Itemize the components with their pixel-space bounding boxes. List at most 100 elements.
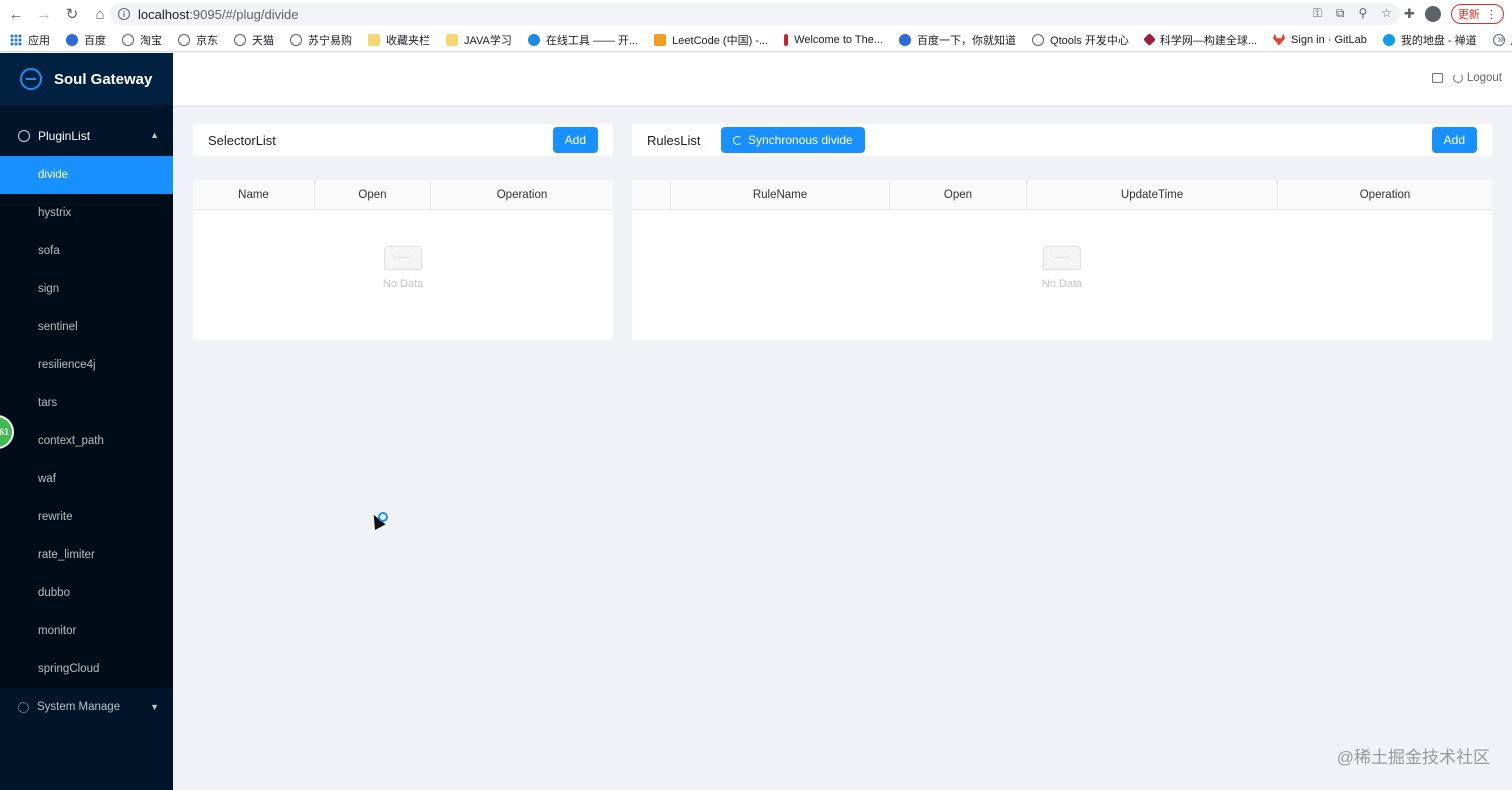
plugin-list-label: PluginList	[38, 129, 91, 143]
plugin-menu: divide hystrix sofa sign sentinel resilience4…	[0, 156, 173, 688]
bookmark-item[interactable]: 百度	[66, 32, 106, 48]
plugin-list-submenu[interactable]: PluginList ▲	[0, 116, 173, 156]
reload-icon[interactable]: ↻	[60, 2, 84, 26]
address-bar[interactable]: i localhost:9095/#/plug/divide ⚿ ⧉ ⚲ ☆	[110, 3, 1400, 25]
sync-divide-button[interactable]: Synchronous divide	[721, 127, 865, 153]
selector-column-header: Name	[193, 180, 315, 210]
rules-column-header: Open	[890, 180, 1027, 210]
watermark: @稀土掘金技术社区	[1336, 748, 1490, 767]
empty-inbox-icon	[1043, 246, 1081, 270]
feather-icon	[784, 33, 789, 46]
sidebar-item-context_path[interactable]: context_path	[0, 422, 173, 460]
gear-icon	[18, 701, 29, 713]
selector-empty-state: No Data	[193, 246, 613, 290]
globe-icon	[234, 33, 246, 46]
rules-column-header: Operation	[1359, 189, 1411, 201]
bookmark-label: 收藏夹栏	[386, 34, 430, 47]
forward-arrow-icon[interactable]: →	[32, 2, 56, 26]
logout-button[interactable]: Logout	[1452, 72, 1502, 84]
rules-empty-state: No Data	[632, 246, 1492, 290]
sidebar-item-waf[interactable]: waf	[0, 460, 173, 498]
globe-icon	[122, 33, 134, 46]
bookmark-item[interactable]: LeetCode (中国) -...	[654, 32, 768, 48]
sidebar-item-divide[interactable]: divide	[0, 156, 173, 194]
bookmark-item[interactable]: 我的地盘 - 禅道	[1382, 32, 1477, 48]
key-icon[interactable]: ⚿	[1313, 6, 1322, 21]
site-info-icon[interactable]: i	[118, 8, 130, 20]
folder-icon	[446, 33, 458, 46]
logout-icon	[1452, 73, 1463, 83]
sidebar-item-sign[interactable]: sign	[0, 270, 173, 308]
globe-icon	[1032, 33, 1045, 46]
bookmark-item[interactable]: 应用	[10, 32, 50, 48]
logo-text: Soul Gateway	[54, 70, 153, 88]
bookmark-label: 京东	[196, 34, 218, 47]
selector-column-header: Operation	[496, 189, 548, 201]
floating-badge-text: 61	[0, 427, 9, 437]
bookmark-item[interactable]: JAVA学习	[446, 32, 512, 48]
chevron-down-icon: ▼	[150, 702, 159, 712]
sync-divide-label: Synchronous divide	[748, 133, 853, 147]
puzzle-icon[interactable]: ✚	[1404, 6, 1415, 22]
sync-icon	[733, 135, 742, 145]
rules-table: RuleName Open UpdateTime Operation No Data	[632, 180, 1492, 340]
back-arrow-icon[interactable]: ←	[4, 2, 28, 26]
bookmark-label: 天猫	[252, 34, 274, 47]
sidebar-item-monitor[interactable]: monitor	[0, 612, 173, 650]
image-export-icon[interactable]	[1431, 73, 1443, 83]
rules-add-button[interactable]: Add	[1431, 127, 1477, 153]
diamond-icon	[1143, 33, 1156, 46]
url-host: localhost	[138, 6, 190, 22]
bookmark-item[interactable]: 淘宝	[122, 32, 162, 48]
rules-empty-text: No Data	[1041, 278, 1083, 290]
logout-label: Logout	[1466, 72, 1502, 84]
bookmark-label: 百度	[84, 34, 106, 47]
sidebar-item-springCloud[interactable]: springCloud	[0, 650, 173, 688]
sidebar-item-sofa[interactable]: sofa	[0, 232, 173, 270]
chevron-up-icon: ▲	[150, 130, 159, 140]
sidebar-item-resilience4j[interactable]: resilience4j	[0, 346, 173, 384]
profile-icon[interactable]	[1424, 6, 1441, 22]
bookmark-item[interactable]: 京东	[178, 32, 218, 48]
sidebar-item-hystrix[interactable]: hystrix	[0, 194, 173, 232]
bookmark-item[interactable]: 科学网—构建全球...	[1143, 32, 1257, 48]
update-label: 更新	[1457, 9, 1480, 21]
bookmark-item[interactable]: 收藏夹栏	[368, 32, 430, 48]
url-text: localhost:9095/#/plug/divide	[138, 7, 298, 22]
system-manage-submenu[interactable]: System Manage ▼	[0, 688, 173, 726]
sidebar-item-rate_limiter[interactable]: rate_limiter	[0, 536, 173, 574]
translate-icon[interactable]: ⧉	[1336, 6, 1345, 21]
bookmark-item[interactable]: 百度一下，你就知道	[899, 32, 1016, 48]
bookmark-item[interactable]: Qtools 开发中心	[1032, 32, 1129, 48]
bookmark-item[interactable]: 天猫	[234, 32, 274, 48]
top-header: Logout	[173, 53, 1512, 105]
dashboard-icon	[18, 130, 30, 142]
bookmark-label: Welcome to The...	[794, 33, 884, 46]
rules-column-header: RuleName	[671, 180, 890, 210]
zoom-icon[interactable]: ⚲	[1358, 6, 1367, 21]
bookmark-item[interactable]: Sign in · GitLab	[1273, 33, 1367, 46]
star-icon[interactable]: ☆	[1381, 6, 1392, 21]
more-vert-icon: ⋮	[1485, 8, 1497, 21]
bookmarks-overflow-icon[interactable]: »	[1497, 32, 1504, 46]
selector-list-bar: SelectorList Add	[193, 124, 613, 156]
bookmark-label: 在线工具 —— 开...	[545, 34, 639, 47]
home-icon[interactable]: ⌂	[88, 2, 112, 26]
selector-add-button[interactable]: Add	[552, 127, 598, 153]
zentao-swirl-icon	[1382, 33, 1395, 46]
sidebar-item-sentinel[interactable]: sentinel	[0, 308, 173, 346]
logo[interactable]: Soul Gateway	[0, 53, 173, 105]
update-button[interactable]: 更新 ⋮	[1450, 4, 1504, 24]
rules-table-header: RuleName Open UpdateTime Operation	[632, 180, 1492, 210]
bookmark-item[interactable]: 苏宁易购	[290, 32, 352, 48]
omnibox-actions: ⚿ ⧉ ⚲ ☆	[1313, 6, 1392, 21]
rules-list-title: RulesList	[647, 132, 701, 148]
sidebar-item-dubbo[interactable]: dubbo	[0, 574, 173, 612]
edge-icon	[527, 33, 540, 46]
bookmark-item[interactable]: 在线工具 —— 开...	[527, 32, 639, 48]
baidu-paw-icon	[66, 33, 78, 46]
sidebar-item-tars[interactable]: tars	[0, 384, 173, 422]
sidebar-item-rewrite[interactable]: rewrite	[0, 498, 173, 536]
bookmark-item[interactable]: Welcome to The...	[784, 33, 884, 46]
main-content: SelectorList Add Name Open Operation No Da…	[173, 105, 1512, 790]
